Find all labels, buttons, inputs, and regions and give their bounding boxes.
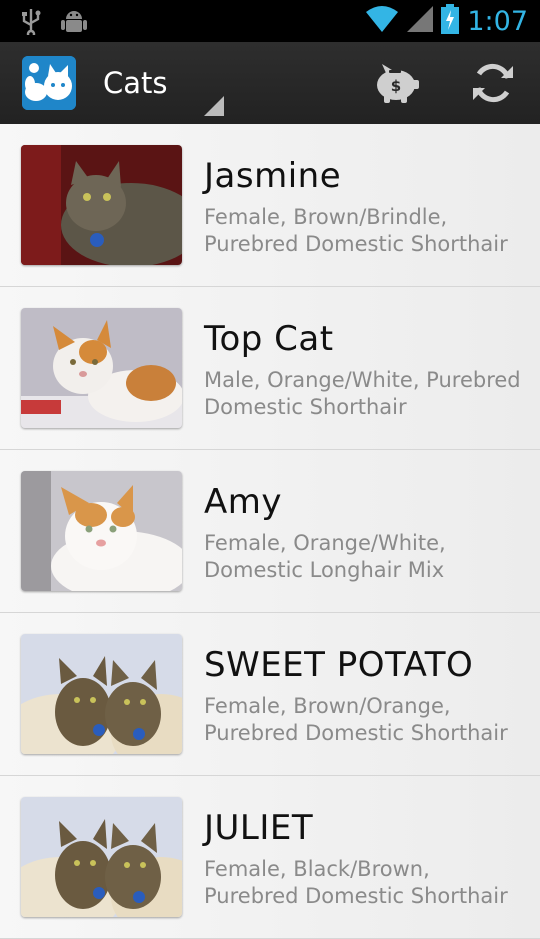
pet-name: Top Cat bbox=[204, 319, 334, 359]
svg-text:$: $ bbox=[391, 77, 401, 95]
status-time: 1:07 bbox=[467, 5, 528, 37]
pet-description: Female, Brown/Brindle, Purebred Domestic… bbox=[204, 205, 508, 256]
usb-icon bbox=[20, 7, 42, 41]
refresh-icon bbox=[468, 63, 518, 112]
status-bar: 1:07 bbox=[0, 0, 540, 42]
pet-description: Male, Orange/White, Purebred Domestic Sh… bbox=[204, 368, 521, 419]
pet-description: Female, Brown/Orange, Purebred Domestic … bbox=[204, 694, 508, 745]
pet-photo bbox=[21, 634, 182, 754]
pet-description: Female, Black/Brown, Purebred Domestic S… bbox=[204, 857, 508, 908]
piggy-bank-icon: $ bbox=[372, 64, 422, 112]
list-item[interactable]: JULIET Female, Black/Brown, Purebred Dom… bbox=[0, 776, 540, 939]
pet-name: Jasmine bbox=[204, 156, 342, 196]
pet-name: Amy bbox=[204, 482, 282, 522]
action-bar-title[interactable]: Cats bbox=[103, 66, 168, 100]
list-item[interactable]: Amy Female, Orange/White, Domestic Longh… bbox=[0, 450, 540, 613]
donate-button[interactable]: $ bbox=[372, 58, 422, 108]
dropdown-indicator-icon[interactable] bbox=[204, 96, 224, 116]
pet-name: JULIET bbox=[204, 808, 314, 848]
signal-icon bbox=[407, 6, 434, 36]
pet-list: Jasmine Female, Brown/Brindle, Purebred … bbox=[0, 124, 540, 939]
pet-name: SWEET POTATO bbox=[204, 645, 474, 685]
wifi-icon bbox=[365, 6, 399, 36]
pet-description: Female, Orange/White, Domestic Longhair … bbox=[204, 531, 446, 582]
action-bar: Cats $ bbox=[0, 42, 540, 126]
list-item[interactable]: SWEET POTATO Female, Brown/Orange, Pureb… bbox=[0, 613, 540, 776]
list-item[interactable]: Jasmine Female, Brown/Brindle, Purebred … bbox=[0, 124, 540, 287]
list-item[interactable]: Top Cat Male, Orange/White, Purebred Dom… bbox=[0, 287, 540, 450]
pet-photo bbox=[21, 797, 182, 917]
android-debug-icon bbox=[60, 7, 88, 41]
pet-photo bbox=[21, 308, 182, 428]
battery-charging-icon bbox=[441, 4, 460, 38]
app-logo-icon[interactable] bbox=[22, 56, 76, 110]
refresh-button[interactable] bbox=[468, 58, 518, 108]
pet-photo bbox=[21, 471, 182, 591]
pet-photo bbox=[21, 145, 182, 265]
